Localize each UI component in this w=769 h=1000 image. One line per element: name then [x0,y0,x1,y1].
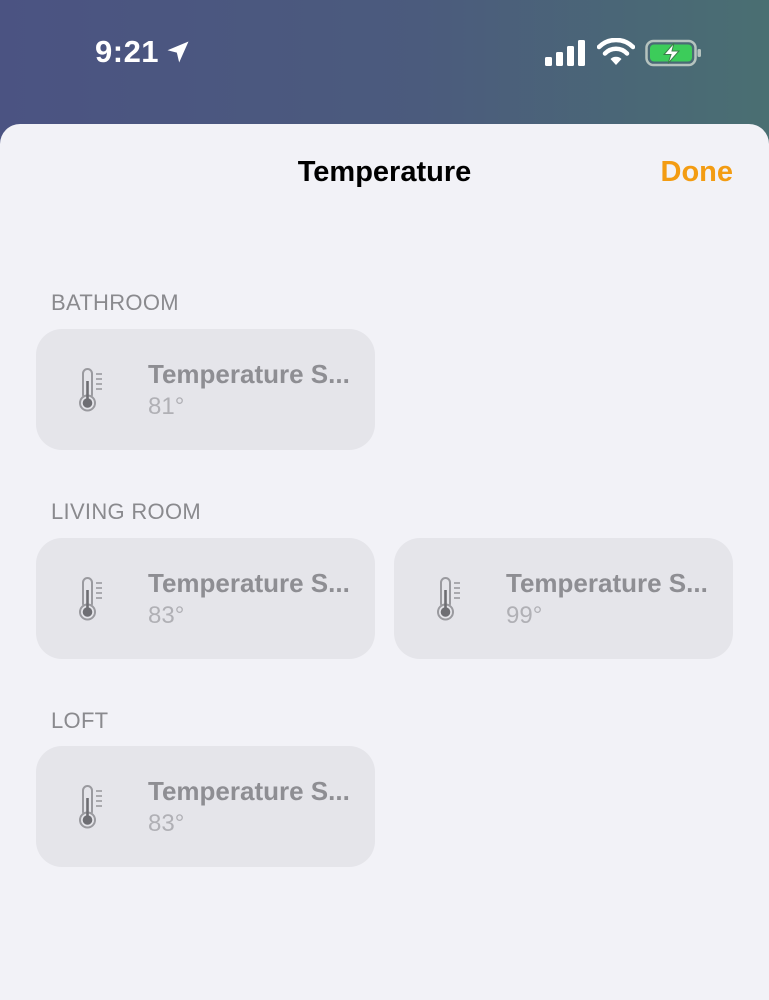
accessory-tile[interactable]: Temperature S... 83° [36,538,375,659]
section-label-bathroom: BATHROOM [51,290,179,315]
accessory-value: 83° [148,602,185,629]
thermometer-icon [79,368,102,412]
status-bar: 9:21 [0,0,769,110]
temperature-sheet: Temperature Done BATHROOM Temperature S.… [0,124,769,1000]
thermometer-icon [79,785,102,829]
page-title: Temperature [297,156,472,188]
accessory-value: 81° [148,393,185,420]
status-time: 9:21 [95,34,160,69]
wifi-icon [597,38,635,65]
accessory-tile[interactable]: Temperature S... 83° [36,746,375,867]
location-arrow-icon [167,41,189,63]
thermometer-icon [437,577,460,621]
accessory-value: 99° [506,602,543,629]
section-label-living-room: LIVING ROOM [51,499,201,524]
accessory-tile[interactable]: Temperature S... 81° [36,329,375,450]
accessory-value: 83° [148,810,185,837]
accessory-name: Temperature S... [148,568,350,598]
battery-charging-icon [645,39,701,67]
section-label-loft: LOFT [51,708,109,733]
done-button[interactable]: Done [661,156,734,189]
accessory-tile[interactable]: Temperature S... 99° [394,538,733,659]
thermometer-icon [79,577,102,621]
accessory-name: Temperature S... [506,568,708,598]
cellular-signal-icon [545,40,585,66]
accessory-name: Temperature S... [148,776,350,806]
accessory-name: Temperature S... [148,359,350,389]
